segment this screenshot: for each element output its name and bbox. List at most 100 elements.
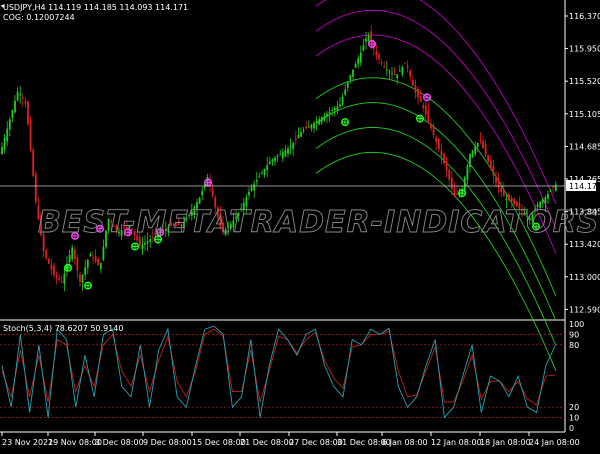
price-label: 116.370 [569,12,600,21]
candle-body [365,38,367,42]
stoch-series-line [1,328,556,406]
candle-body [248,191,250,196]
cog-band-line [315,151,557,372]
candle-body [445,161,448,171]
candle-body [508,194,510,201]
candle-body [287,148,289,154]
candle-body [378,54,380,59]
candle-body [258,176,261,178]
candle-body [3,137,6,150]
candle-body [289,146,292,148]
candle-body [476,143,479,147]
candle-body [315,121,318,123]
candle-body [45,249,48,259]
candle-body [417,88,419,98]
candle-body [549,190,552,192]
candle-body [398,70,401,72]
time-label: 27 Dec 08:00 [289,438,343,447]
time-label: 6 Jan 08:00 [382,438,428,447]
candle-body [84,267,87,276]
price-label: 115.105 [569,110,600,119]
candle-body [352,69,354,77]
candle-body [435,137,438,143]
mt4-chart-window: BEST-METATRADER-INDICATORS.COM USDJPY,H4… [0,0,600,450]
candle-body [466,165,469,181]
candle-body [81,274,84,283]
price-label: 113.000 [569,273,600,282]
candle-body [375,51,378,56]
candle-body [302,130,305,132]
candle-body [300,132,302,137]
time-label: 18 Jan 08:00 [480,438,531,447]
candle-body [266,165,269,171]
candle-body [385,69,388,71]
time-axis: 23 Nov 202129 Nov 08:003 Dec 08:00 9 Dec … [1,432,580,447]
candle-body [357,58,360,65]
candle-body [344,89,347,95]
candle-body [86,259,89,268]
candle-body [414,85,417,93]
candle-body [68,255,71,263]
cog-bands [315,0,557,372]
candle-body [276,155,279,158]
candle-body [307,126,310,128]
candle-body [284,150,287,157]
cog-value: COG: 0.12007244 [3,13,75,22]
candle-body [432,125,435,136]
candle-body [419,95,422,102]
candle-body [19,94,22,96]
candle-body [474,146,477,154]
candle-body [456,193,458,195]
candle-body [60,281,63,283]
candle-body [102,246,105,261]
stoch-axis-label: 0 [569,424,574,433]
candle-body [279,153,282,155]
candle-body [305,126,308,129]
candle-body [484,144,487,155]
candle-body [427,110,430,122]
candle-body [554,184,557,191]
candle-body [63,273,66,284]
candle-body [297,135,300,139]
candle-body [495,176,497,183]
candle-body [500,188,503,192]
candle-body [58,277,61,280]
candle-body [401,66,404,75]
time-label: 3 Dec 08:00 [95,438,144,447]
candle-body [354,64,357,68]
candle-body [21,97,24,99]
candle-body [53,265,55,275]
candle-body [367,34,370,41]
price-axis: 116.370115.950115.520115.105114.685114.2… [565,12,600,314]
price-label: 113.420 [569,240,600,249]
candle-body [396,74,399,79]
signal-markers [63,39,541,290]
candle-body [313,122,315,129]
candle-body [16,91,19,101]
candle-body [250,187,253,191]
candlesticks [1,25,557,292]
candle-body [502,190,505,197]
price-label: 115.520 [569,77,600,86]
candle-body [27,101,29,125]
candle-body [24,101,27,104]
time-label: 24 Jan 08:00 [529,438,580,447]
candle-body [47,258,50,264]
candle-body [422,105,425,108]
candle-body [544,197,547,204]
candle-body [346,82,349,88]
candle-body [482,140,484,148]
stoch-axis-label: 100 [569,320,584,329]
candle-body [463,177,466,191]
candle-body [388,71,391,73]
chart-canvas[interactable]: BEST-METATRADER-INDICATORS.COM USDJPY,H4… [0,0,600,450]
candle-body [1,147,3,155]
cog-band-line [315,0,557,205]
candle-body [469,154,471,168]
candle-body [55,274,58,278]
candle-body [341,96,344,105]
candle-body [274,157,276,162]
candle-body [487,154,490,162]
price-label: 115.950 [569,45,600,54]
candle-body [79,274,81,283]
